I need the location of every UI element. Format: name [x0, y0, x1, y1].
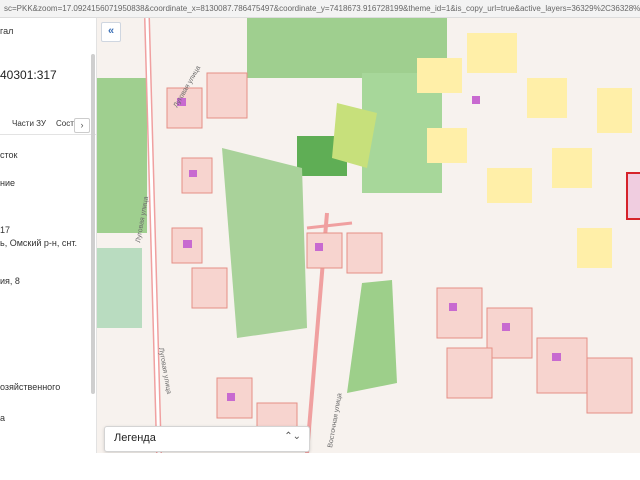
- road-lugovaya-center: [145, 18, 161, 453]
- url-text: sc=PKK&zoom=17.0924156071950838&coordina…: [4, 4, 640, 13]
- chevron-updown-icon: ⌃⌄: [284, 431, 301, 442]
- legend-dropdown[interactable]: Легенда ⌃⌄: [104, 426, 310, 452]
- parcel: [446, 347, 493, 399]
- building: [552, 148, 592, 188]
- building: [467, 33, 517, 73]
- parcel: [346, 232, 383, 274]
- panel-line-type: сток: [0, 150, 18, 160]
- object-marker: [227, 393, 235, 401]
- cadastral-number: 40301:317: [0, 68, 57, 82]
- panel-line-number: 17: [0, 225, 11, 235]
- parcel: [436, 287, 483, 339]
- panel-scrollbar[interactable]: [91, 54, 95, 394]
- parcel: [486, 307, 533, 359]
- street-label-vostochnaya: Восточная улица: [327, 393, 344, 449]
- panel-line-status: ние: [0, 178, 16, 188]
- forest-lower: [347, 280, 397, 393]
- page-bottom: [0, 453, 640, 480]
- map-canvas[interactable]: Луговая улица Луговая улица Луговая улиц…: [97, 18, 640, 453]
- address-bar[interactable]: sc=PKK&zoom=17.0924156071950838&coordina…: [0, 0, 640, 18]
- object-marker: [502, 323, 510, 331]
- panel-line-category: гал: [0, 26, 14, 36]
- tabs-next-icon[interactable]: ›: [74, 118, 90, 133]
- building: [417, 58, 462, 93]
- meadow-left: [97, 248, 142, 328]
- forest-left: [97, 78, 147, 233]
- building: [527, 78, 567, 118]
- panel-line-address-1: ь, Омский р-н, снт.: [0, 238, 77, 248]
- panel-line-address-2: ия, 8: [0, 276, 20, 286]
- building: [427, 128, 467, 163]
- object-marker: [315, 243, 323, 251]
- parcel: [191, 267, 228, 309]
- selected-parcel[interactable]: [626, 172, 640, 220]
- building: [597, 88, 632, 133]
- info-panel: гал 40301:317 Части ЗУ Сост › сток ние 1…: [0, 18, 97, 453]
- object-marker: [552, 353, 561, 361]
- object-marker: [472, 96, 480, 104]
- legend-label: Легенда: [114, 432, 156, 444]
- tab-composition[interactable]: Сост: [56, 119, 74, 128]
- parcel: [206, 72, 248, 119]
- parcel: [586, 357, 633, 414]
- cadastral-map[interactable]: Луговая улица Луговая улица Луговая улиц…: [97, 18, 640, 453]
- panel-tabs: Части ЗУ Сост ›: [0, 116, 96, 135]
- object-marker: [449, 303, 457, 311]
- object-marker: [183, 240, 192, 248]
- collapse-panel-button[interactable]: «: [101, 22, 121, 42]
- building: [487, 168, 532, 203]
- building: [577, 228, 612, 268]
- forest-center: [222, 148, 307, 338]
- parcel: [306, 232, 343, 269]
- tab-parts[interactable]: Части ЗУ: [12, 119, 46, 128]
- object-marker: [189, 170, 197, 177]
- panel-line-usage-end: а: [0, 413, 6, 423]
- parcel: [536, 337, 588, 394]
- panel-line-usage: озяйственного: [0, 382, 61, 392]
- road-cross: [306, 221, 353, 230]
